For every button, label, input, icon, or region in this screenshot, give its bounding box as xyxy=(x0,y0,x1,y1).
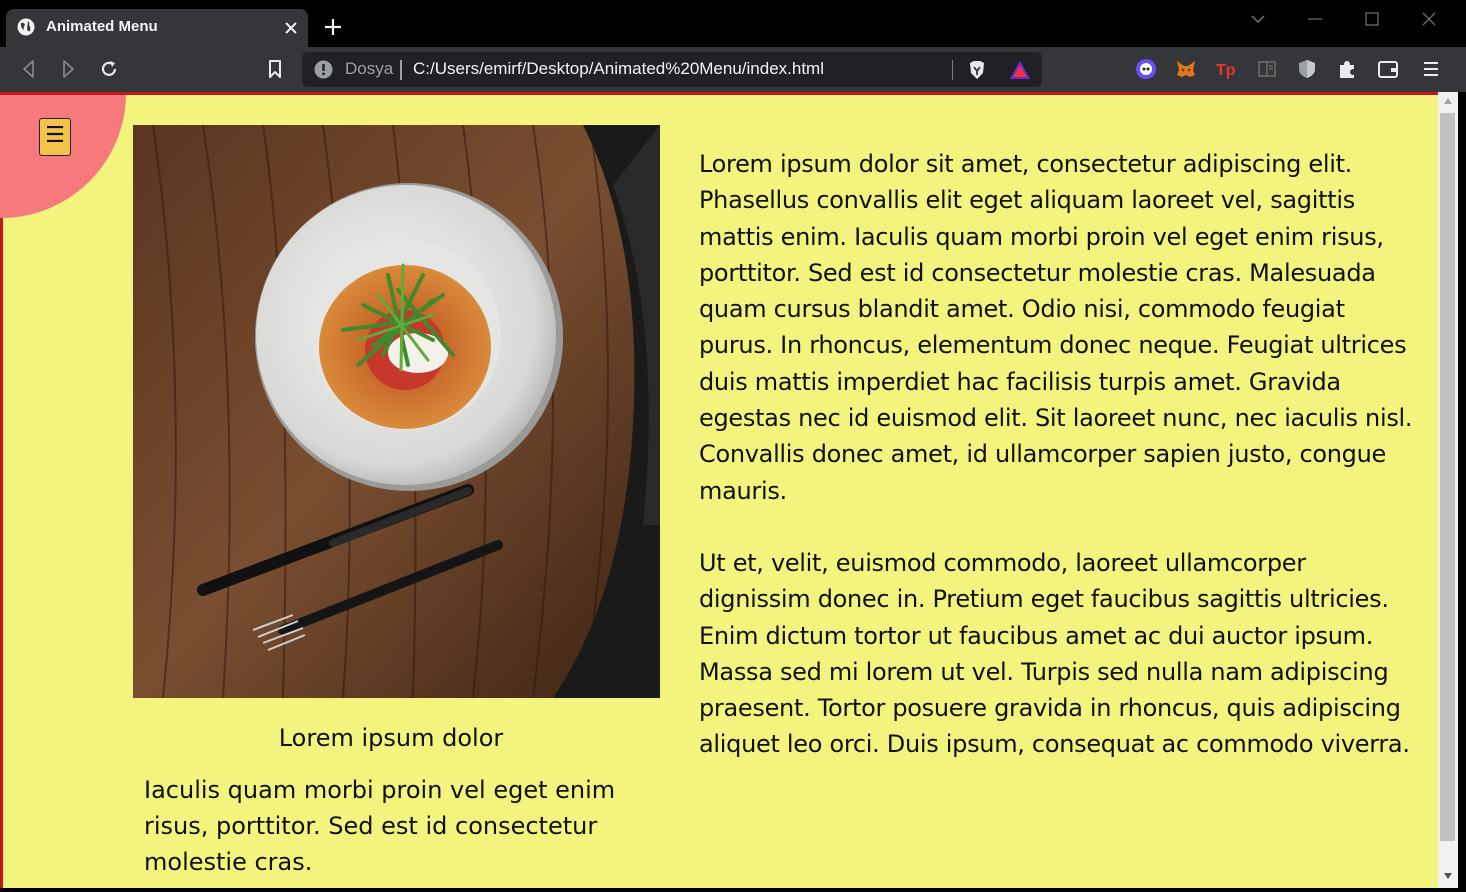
tab-strip: Animated Menu xyxy=(0,0,1466,47)
tab-search-chevron-icon[interactable] xyxy=(1247,8,1269,30)
reload-icon[interactable] xyxy=(98,58,120,80)
info-icon[interactable] xyxy=(314,60,333,79)
hamburger-menu-button[interactable]: ☰ xyxy=(39,118,71,156)
url-text[interactable]: C:/Users/emirf/Desktop/Animated%20Menu/i… xyxy=(413,59,824,79)
tab-title: Animated Menu xyxy=(46,18,158,35)
food-plate-image xyxy=(133,125,660,698)
window-frame-bottom xyxy=(0,888,1466,892)
toolbar-red-accent xyxy=(0,92,1438,95)
shield-icon[interactable] xyxy=(1296,58,1318,80)
puzzle-extensions-icon[interactable] xyxy=(1336,58,1358,80)
address-bar[interactable]: Dosya C:/Users/emirf/Desktop/Animated%20… xyxy=(302,52,1042,87)
omnibox-divider xyxy=(952,60,953,80)
metamask-icon[interactable] xyxy=(1175,58,1197,80)
window-frame-right xyxy=(1458,92,1466,892)
scrollbar-thumb[interactable] xyxy=(1440,113,1455,841)
browser-toolbar: Dosya C:/Users/emirf/Desktop/Animated%20… xyxy=(0,47,1466,92)
back-icon[interactable] xyxy=(18,58,40,80)
tab-animated-menu[interactable]: Animated Menu xyxy=(6,9,308,47)
tp-extension-icon[interactable]: Tp xyxy=(1215,58,1237,80)
vertical-scrollbar[interactable] xyxy=(1438,92,1458,888)
reading-list-icon[interactable] xyxy=(1256,58,1278,80)
bookmark-icon[interactable] xyxy=(264,58,286,80)
close-tab-icon[interactable] xyxy=(282,19,300,37)
paragraph-1: Lorem ipsum dolor sit amet, consectetur … xyxy=(699,150,1413,505)
browser-window: Animated Menu Dosya C:/Users/emirf/Deskt… xyxy=(0,0,1466,892)
close-window-icon[interactable] xyxy=(1418,8,1440,30)
caption-title: Lorem ipsum dolor xyxy=(278,724,504,752)
globe-icon xyxy=(17,18,35,36)
extension-mascot-icon[interactable] xyxy=(1135,58,1157,80)
svg-text:Tp: Tp xyxy=(1216,62,1236,79)
maximize-icon[interactable] xyxy=(1361,8,1383,30)
site-label: Dosya xyxy=(345,59,394,78)
new-tab-icon[interactable] xyxy=(322,16,344,38)
scroll-up-arrow-icon[interactable] xyxy=(1443,97,1453,105)
wallet-icon[interactable] xyxy=(1377,58,1399,80)
caption-text: Iaculis quam morbi proin vel eget enim r… xyxy=(144,776,616,876)
brave-rewards-icon[interactable] xyxy=(1008,59,1032,81)
forward-icon[interactable] xyxy=(57,58,79,80)
menu-icon[interactable] xyxy=(1420,58,1442,80)
minimize-icon[interactable] xyxy=(1304,8,1326,30)
omnibox-divider xyxy=(400,60,402,80)
paragraph-2: Ut et, velit, euismod commodo, laoreet u… xyxy=(699,549,1410,759)
left-border xyxy=(0,212,3,888)
page-viewport: ☰ Lorem ipsum dolor Iaculis quam morbi p… xyxy=(0,92,1438,888)
brave-shields-icon[interactable] xyxy=(966,59,988,81)
scroll-down-arrow-icon[interactable] xyxy=(1443,872,1453,880)
